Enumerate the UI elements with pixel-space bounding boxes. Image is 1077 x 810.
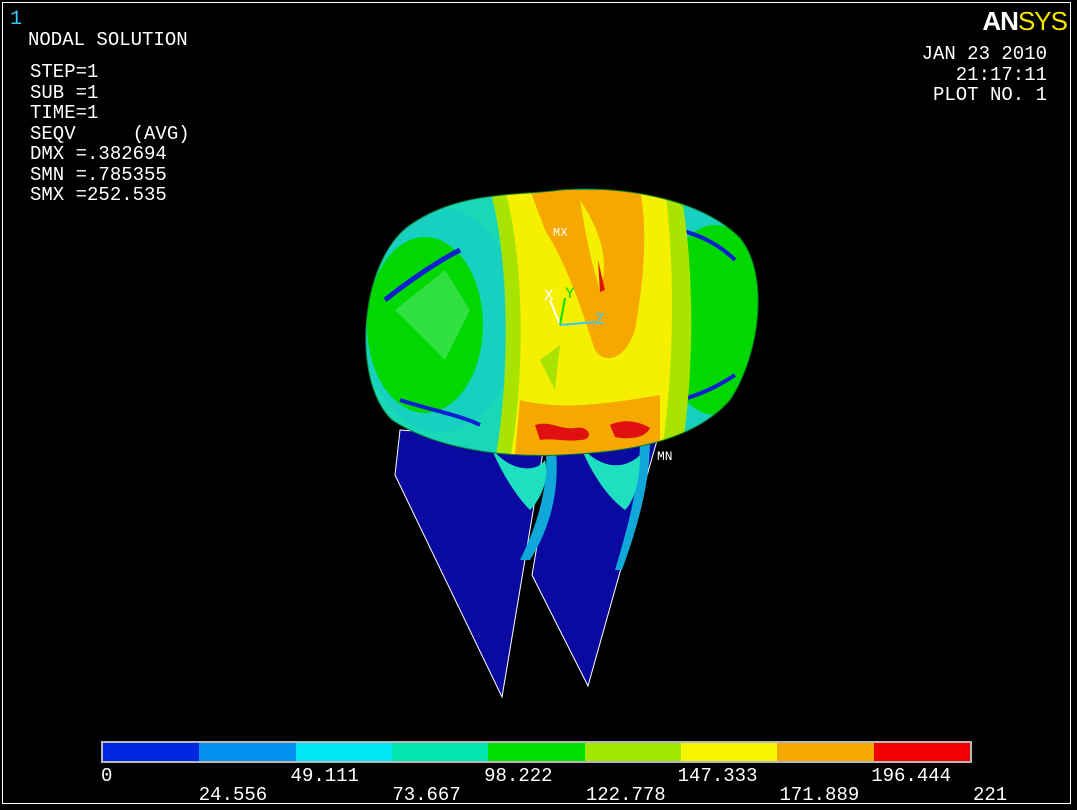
contour-legend-bar [101, 741, 972, 763]
legend-swatch-6 [680, 743, 778, 761]
legend-tick-bottom-0: 24.556 [198, 784, 268, 806]
triad-z-label: Z [595, 311, 605, 329]
min-marker-label: MN [657, 449, 673, 464]
legend-tick-top-0: 0 [101, 765, 113, 787]
legend-swatch-8 [873, 743, 970, 761]
triad-y-label: Y [565, 285, 575, 303]
fea-model-view: X Y Z MX MN [365, 188, 759, 699]
legend-swatch-5 [584, 743, 681, 761]
legend-swatch-0 [103, 743, 200, 761]
legend-tick-bottom-2: 122.778 [585, 784, 666, 806]
legend-tick-top-4: 196.444 [871, 765, 952, 787]
legend-tick-bottom-3: 171.889 [779, 784, 860, 806]
legend-tick-top-1: 49.111 [290, 765, 359, 787]
legend-tick-top-3: 147.333 [677, 765, 758, 787]
legend-swatch-2 [295, 743, 392, 761]
legend-tick-bottom-4: 221 [973, 784, 1008, 806]
triad-x-label: X [544, 287, 554, 305]
legend-swatch-3 [391, 743, 489, 761]
legend-swatch-4 [488, 743, 585, 761]
legend-swatch-1 [199, 743, 296, 761]
max-marker-label: MX [553, 226, 567, 240]
legend-swatch-7 [777, 743, 874, 761]
legend-tick-bottom-1: 73.667 [392, 784, 461, 806]
legend-tick-top-2: 98.222 [484, 765, 553, 787]
